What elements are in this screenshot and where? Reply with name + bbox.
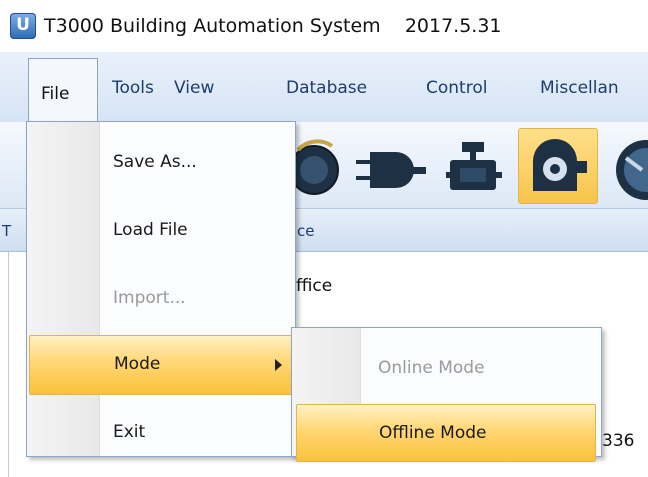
fan-icon [533,139,587,191]
submenu-item-label: Offline Mode [379,423,487,443]
menu-item-exit[interactable]: Exit [27,404,295,462]
dial-icon[interactable] [292,132,348,202]
mode-submenu: Online Mode Offline Mode [291,327,602,462]
tree-guide-line [8,252,9,477]
submenu-item-online-mode: Online Mode [292,340,601,396]
menu-tools[interactable]: Tools [112,78,154,98]
menu-item-label: Save As... [113,152,197,172]
menu-item-save-as[interactable]: Save As... [27,134,295,192]
menu-item-mode[interactable]: Mode [29,335,295,395]
file-menu-dropdown: Save As... Load File Import... Mode Exit [26,121,296,457]
menu-item-label: Mode [114,354,161,374]
t3000-app-icon[interactable] [10,13,36,39]
tree-item-office[interactable]: ffice [296,276,332,296]
tab-strip-left-label: T [2,222,12,240]
plug-icon[interactable] [356,150,426,194]
fan-button[interactable] [518,128,598,204]
menu-file[interactable]: File [28,58,98,123]
submenu-item-label: Online Mode [378,358,485,378]
menu-item-import: Import... [27,270,295,328]
menu-item-label: Exit [113,422,146,442]
network-device-icon[interactable] [446,142,504,198]
submenu-arrow-icon [275,359,282,371]
gauge-icon[interactable] [612,136,648,202]
tab-strip-right-label: ce [297,222,315,240]
title-bar: T3000 Building Automation System 2017.5.… [0,0,648,52]
tree-item-fragment[interactable]: 336 [602,431,634,451]
submenu-item-offline-mode[interactable]: Offline Mode [296,404,596,462]
menu-file-label: File [41,84,70,104]
menu-view[interactable]: View [174,78,214,98]
menu-database[interactable]: Database [286,78,367,98]
menu-item-label: Import... [113,288,186,308]
menu-miscellaneous[interactable]: Miscellan [540,78,619,98]
menu-item-load-file[interactable]: Load File [27,202,295,260]
window-title: T3000 Building Automation System 2017.5.… [44,15,502,37]
menu-control[interactable]: Control [426,78,487,98]
menu-item-label: Load File [113,220,188,240]
